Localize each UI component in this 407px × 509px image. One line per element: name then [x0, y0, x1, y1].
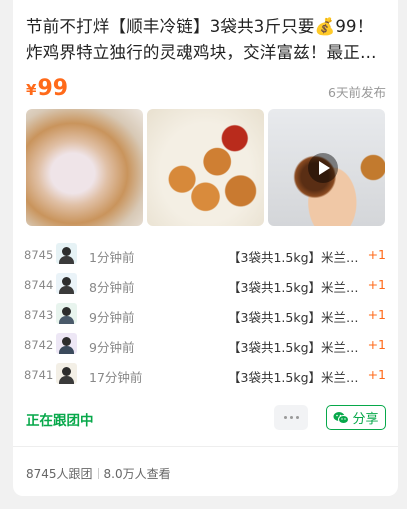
list-item: 8745 1分钟前 【3袋共1.5kg】米兰炸鸡块 +1: [13, 241, 398, 271]
product-name: 【3袋共1.5kg】米兰炸鸡块: [228, 340, 361, 355]
list-item: 8742 9分钟前 【3袋共1.5kg】米兰炸鸡块 +1: [13, 331, 398, 361]
thumbnail-video[interactable]: [268, 109, 385, 226]
more-button[interactable]: [274, 405, 308, 430]
product-name: 【3袋共1.5kg】米兰炸鸡块: [228, 280, 361, 295]
list-item: 8744 8分钟前 【3袋共1.5kg】米兰炸鸡块 +1: [13, 271, 398, 301]
price-value: 99: [37, 76, 69, 101]
order-quantity: +1: [367, 337, 386, 352]
order-quantity: +1: [367, 367, 386, 382]
wechat-icon: [333, 411, 350, 424]
order-time: 17分钟前: [89, 370, 143, 385]
list-item: 8741 17分钟前 【3袋共1.5kg】米兰炸鸡块 +1: [13, 361, 398, 391]
order-number: 8744: [24, 278, 54, 292]
participant-count: 8745人跟团: [26, 467, 93, 481]
order-time: 8分钟前: [89, 280, 135, 295]
group-status: 正在跟团中: [26, 413, 94, 429]
price-row: ¥99 6天前发布: [26, 76, 386, 102]
price: ¥99: [26, 76, 68, 101]
avatar: [56, 303, 77, 324]
product-name: 【3袋共1.5kg】米兰炸鸡块: [228, 250, 361, 265]
posted-time: 6天前发布: [328, 85, 386, 100]
thumbnail-image[interactable]: [147, 109, 264, 226]
order-number: 8745: [24, 248, 54, 262]
order-time: 9分钟前: [89, 340, 135, 355]
thumbnail-gallery: [26, 109, 386, 226]
avatar: [56, 333, 77, 354]
share-button[interactable]: 分享: [326, 405, 386, 430]
order-time: 9分钟前: [89, 310, 135, 325]
play-icon[interactable]: [308, 153, 338, 183]
thumbnail-image[interactable]: [26, 109, 143, 226]
more-dots-icon: [283, 416, 287, 419]
order-time: 1分钟前: [89, 250, 135, 265]
order-quantity: +1: [367, 247, 386, 262]
divider: [13, 446, 398, 447]
order-quantity: +1: [367, 277, 386, 292]
avatar: [56, 243, 77, 264]
order-number: 8743: [24, 308, 54, 322]
list-item: 8743 9分钟前 【3袋共1.5kg】米兰炸鸡块 +1: [13, 301, 398, 331]
avatar: [56, 273, 77, 294]
post-title[interactable]: 节前不打烊【顺丰冷链】3袋共3斤只要💰99！炸鸡界特立独行的灵魂鸡块，交洋富兹！…: [26, 14, 386, 66]
group-buy-card[interactable]: 节前不打烊【顺丰冷链】3袋共3斤只要💰99！炸鸡界特立独行的灵魂鸡块，交洋富兹！…: [13, 0, 398, 496]
view-count: 8.0万人查看: [103, 467, 171, 481]
share-label: 分享: [352, 412, 379, 427]
product-name: 【3袋共1.5kg】米兰炸鸡块: [228, 310, 361, 325]
group-buy-list: 8745 1分钟前 【3袋共1.5kg】米兰炸鸡块 +1 8744 8分钟前 【…: [13, 241, 398, 391]
order-number: 8741: [24, 368, 54, 382]
currency-symbol: ¥: [26, 81, 37, 99]
avatar: [56, 363, 77, 384]
order-number: 8742: [24, 338, 54, 352]
stats-separator: [97, 468, 99, 479]
stats-bar: 8745人跟团 8.0万人查看: [26, 465, 171, 482]
order-quantity: +1: [367, 307, 386, 322]
product-name: 【3袋共1.5kg】米兰炸鸡块: [228, 370, 361, 385]
